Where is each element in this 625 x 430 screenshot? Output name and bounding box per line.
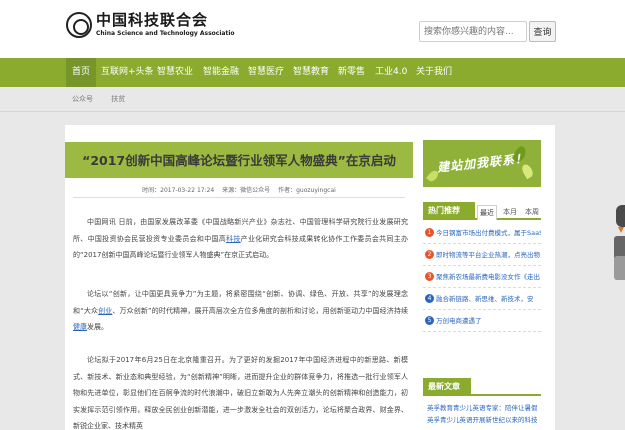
article-meta: 时间：2017-03-22 17:24 来源：微信公众号 作者：guozuyin… bbox=[73, 185, 405, 194]
keyword-link[interactable]: 科技 bbox=[226, 235, 241, 243]
nav-item-smart-education[interactable]: 智慧教育 bbox=[293, 58, 329, 87]
hot-list-item[interactable]: 3 聚焦新农场最新费电影没女作《走出 bbox=[423, 266, 541, 288]
breadcrumb-item[interactable]: 公众号 bbox=[72, 95, 93, 103]
logo-chinese-name: 中国科技联合会 bbox=[96, 11, 209, 29]
rank-badge: 1 bbox=[425, 228, 434, 237]
breadcrumb: 公众号 扶贫 bbox=[72, 94, 141, 104]
nav-item-smart-finance[interactable]: 智能金融 bbox=[203, 58, 239, 87]
article-author: 作者：guozuyingcai bbox=[278, 187, 336, 194]
article-paragraph: 中国网讯 日前，由国家发展改革委《中国战略新兴产业》杂志社、中国管理科学研究院行… bbox=[73, 218, 408, 259]
hot-item-text: 即时物流等平台企业热潮，点亮出物 bbox=[436, 251, 540, 259]
breadcrumb-item[interactable]: 扶贫 bbox=[111, 95, 125, 103]
nav-item-about-us[interactable]: 关于我们 bbox=[416, 58, 452, 87]
tab-this-month[interactable]: 本月 bbox=[501, 205, 519, 220]
tab-this-week[interactable]: 本周 bbox=[523, 205, 541, 220]
latest-articles-title: 最新文章 bbox=[423, 378, 471, 396]
nav-item-smart-agriculture[interactable]: 智慧农业 bbox=[157, 58, 193, 87]
article-time: 时间：2017-03-22 17:24 bbox=[142, 187, 215, 194]
nav-item-internet-plus[interactable]: 互联网+头条 bbox=[101, 58, 154, 87]
latest-articles-header: 最新文章 bbox=[423, 378, 541, 396]
meta-divider bbox=[73, 197, 405, 198]
logo-english-name: China Science and Technology Associatio bbox=[96, 30, 235, 37]
logo-seal-icon bbox=[66, 12, 92, 38]
hot-item-text: 融合新链路、新思维、新技术，安 bbox=[436, 295, 534, 303]
hot-item-text: 今日钢富市场出付费模式，属于SaaS bbox=[436, 229, 541, 237]
latest-list-item[interactable]: 英孚青少儿英语开展新世纪以来的科技 bbox=[427, 414, 539, 426]
rank-badge: 4 bbox=[425, 294, 434, 303]
site-header: 中国科技联合会 China Science and Technology Ass… bbox=[0, 0, 625, 58]
hot-recommend-header: 热门推荐 最近 本月 本周 bbox=[423, 202, 541, 220]
hot-list-item[interactable]: 2 即时物流等平台企业热潮，点亮出物 bbox=[423, 244, 541, 266]
hot-list-item[interactable]: 4 融合新链路、新思维、新技术，安 bbox=[423, 288, 541, 310]
tab-recent[interactable]: 最近 bbox=[477, 205, 497, 220]
page: 中国科技联合会 China Science and Technology Ass… bbox=[0, 0, 625, 430]
banner-text: 建站加我联系！ bbox=[436, 151, 529, 175]
hot-list-item[interactable]: 5 万创电商遭遇了 bbox=[423, 310, 541, 332]
rank-badge: 5 bbox=[425, 316, 434, 325]
keyword-link[interactable]: 创业 bbox=[98, 307, 112, 315]
article-paragraph: 论坛拟于2017年6月25日在北京隆重召开。为了更好的发掘2017年中国经济进程… bbox=[73, 356, 408, 430]
nav-item-new-retail[interactable]: 新零售 bbox=[338, 58, 365, 87]
article-paragraph: 论坛以“创新，让中国更具竞争力”为主题，将紧密围绕“创新、协调、绿色、开放、共享… bbox=[73, 290, 408, 331]
hot-item-text: 聚焦新农场最新费电影没女作《走出 bbox=[436, 273, 540, 281]
site-logo[interactable]: 中国科技联合会 China Science and Technology Ass… bbox=[66, 4, 235, 46]
article-title: “2017创新中国高峰论坛暨行业领军人物盛典”在京启动 bbox=[82, 153, 396, 168]
main-nav: 首页 互联网+头条 智慧农业 智能金融 智慧医疗 智慧教育 新零售 工业4.0 … bbox=[0, 58, 625, 87]
nav-item-home[interactable]: 首页 bbox=[66, 58, 97, 87]
keyword-link[interactable]: 健康 bbox=[73, 323, 87, 331]
search-button[interactable]: 查询 bbox=[529, 21, 556, 42]
sidebar-banner[interactable]: 建站加我联系！ bbox=[423, 140, 541, 187]
nav-item-smart-medical[interactable]: 智慧医疗 bbox=[248, 58, 284, 87]
rank-badge: 3 bbox=[425, 272, 434, 281]
article-source: 来源：微信公众号 bbox=[222, 187, 271, 194]
hot-item-text: 万创电商遭遇了 bbox=[436, 317, 482, 325]
comment-float-icon[interactable] bbox=[614, 256, 625, 280]
search-input[interactable] bbox=[419, 21, 527, 42]
nav-item-industry-4[interactable]: 工业4.0 bbox=[375, 58, 407, 87]
hot-recommend-list: 1 今日钢富市场出付费模式，属于SaaS 2 即时物流等平台企业热潮，点亮出物 3 聚焦新… bbox=[423, 222, 541, 332]
latest-articles-list: 英孚教育青少儿英语专家：陪伴让暑假 英孚青少儿英语开展新世纪以来的科技 bbox=[427, 402, 539, 426]
hot-recommend-title: 热门推荐 bbox=[423, 202, 475, 220]
hot-list-item[interactable]: 1 今日钢富市场出付费模式，属于SaaS bbox=[423, 222, 541, 244]
rocket-top-icon[interactable] bbox=[613, 205, 625, 235]
latest-list-item[interactable]: 英孚教育青少儿英语专家：陪伴让暑假 bbox=[427, 402, 539, 414]
breadcrumb-divider bbox=[0, 111, 625, 112]
rank-badge: 2 bbox=[425, 250, 434, 259]
